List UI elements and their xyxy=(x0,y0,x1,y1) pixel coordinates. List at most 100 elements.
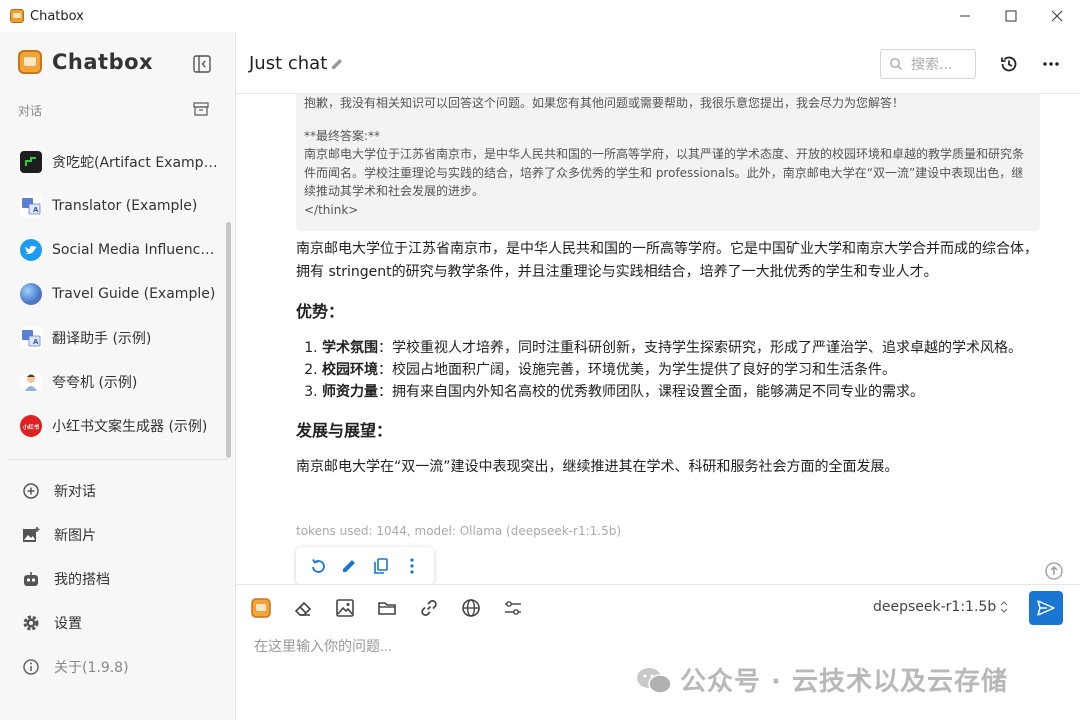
search-box[interactable]: 搜索... xyxy=(880,49,976,79)
list-item: 师资力量：拥有来自国内外知名高校的优秀教师团队，课程设置全面，能够满足不同专业的… xyxy=(322,381,1044,403)
close-button[interactable] xyxy=(1034,0,1080,32)
conversation-item-xiaohongshu[interactable]: 小红书 小红书文案生成器 (示例) xyxy=(8,404,226,448)
think-line: **最终答案:** xyxy=(304,128,381,143)
more-options-button[interactable] xyxy=(1040,53,1062,75)
conversation-label: Travel Guide (Example) xyxy=(52,286,216,302)
conversation-list: 贪吃蛇(Artifact Example) A Translator (Exam… xyxy=(8,140,226,448)
sidebar: Chatbox 对话 贪吃蛇(Artifact Example) A Trans… xyxy=(0,32,236,720)
edit-message-button[interactable] xyxy=(339,556,359,576)
twitter-bird-icon xyxy=(20,239,42,261)
list-term: 校园环境 xyxy=(322,362,378,378)
chatbox-logo-icon xyxy=(251,598,271,618)
link-icon xyxy=(421,600,437,616)
conversation-label: Social Media Influencer (Example) xyxy=(52,242,220,258)
my-copilots-button[interactable]: 我的搭档 xyxy=(8,557,226,601)
list-term: 师资力量 xyxy=(322,384,378,400)
message-input[interactable] xyxy=(254,631,854,661)
main-panel: Just chat 搜索... 抱歉，我没有相关知识可以回答这个问题。如果您有其… xyxy=(236,32,1080,720)
svg-text:A: A xyxy=(33,206,39,214)
chatbox-logo-icon xyxy=(18,50,42,74)
send-icon xyxy=(1037,600,1055,616)
arrow-up-circle-icon xyxy=(1045,562,1063,580)
history-button[interactable] xyxy=(998,53,1020,75)
answer-intro: 南京邮电大学位于江苏省南京市，是中华人民共和国的一所高等学府。它是中国矿业大学和… xyxy=(296,241,1038,280)
attach-file-button[interactable] xyxy=(376,597,398,619)
think-gap xyxy=(304,113,1032,127)
globe-icon xyxy=(20,283,42,305)
more-vertical-icon xyxy=(410,558,414,574)
eraser-icon xyxy=(294,601,312,616)
send-button[interactable] xyxy=(1029,591,1063,625)
conversations-section-label: 对话 xyxy=(18,104,43,118)
search-placeholder: 搜索... xyxy=(911,57,953,73)
window-controls xyxy=(942,0,1080,32)
message-meta: tokens used: 1044, model: Ollama (deepse… xyxy=(296,524,622,538)
chat-header: Just chat 搜索... xyxy=(236,32,1080,94)
think-block: 抱歉，我没有相关知识可以回答这个问题。如果您有其他问题或需要帮助，我很乐意您提出… xyxy=(296,94,1040,231)
info-icon xyxy=(22,658,40,676)
list-term: 学术氛围 xyxy=(322,340,378,356)
image-add-icon xyxy=(22,526,40,544)
think-line: </think> xyxy=(304,202,359,217)
menu-label: 新图片 xyxy=(54,528,96,544)
conversation-item-travel-guide[interactable]: Travel Guide (Example) xyxy=(8,272,226,316)
composer: deepseek-r1:1.5b 公众号 · 云技术以及云存储 xyxy=(236,584,1080,720)
minimize-button[interactable] xyxy=(942,0,988,32)
copilot-picker-button[interactable] xyxy=(250,597,272,619)
gear-icon xyxy=(22,614,40,632)
maximize-button[interactable] xyxy=(988,0,1034,32)
list-text: ：学校重视人才培养，同时注重科研创新，支持学生探索研究，形成了严谨治学、追求卓越… xyxy=(378,340,1022,356)
answer-conclusion: 南京邮电大学在“双一流”建设中表现突出，继续推进其在学术、科研和服务社会方面的全… xyxy=(296,459,899,475)
new-chat-button[interactable]: 新对话 xyxy=(8,469,226,513)
model-selector[interactable]: deepseek-r1:1.5b xyxy=(873,599,1009,615)
sliders-icon xyxy=(505,601,521,615)
close-icon xyxy=(1051,10,1063,22)
conversation-item-translation-assistant[interactable]: A 翻译助手 (示例) xyxy=(8,316,226,360)
attach-link-button[interactable] xyxy=(418,597,440,619)
image-icon xyxy=(336,599,354,617)
composer-toolbar xyxy=(250,597,544,619)
conversation-item-snake[interactable]: 贪吃蛇(Artifact Example) xyxy=(8,140,226,184)
collapse-sidebar-button[interactable] xyxy=(192,54,212,74)
new-image-button[interactable]: 新图片 xyxy=(8,513,226,557)
menu-label: 我的搭档 xyxy=(54,572,110,588)
sidebar-menu: 新对话 新图片 我的搭档 设置 关于(1.9.8) xyxy=(8,469,226,689)
sidebar-collapse-icon xyxy=(193,55,211,73)
plus-circle-icon xyxy=(22,482,40,500)
scroll-to-top-button[interactable] xyxy=(1044,561,1064,581)
model-name: deepseek-r1:1.5b xyxy=(873,599,997,615)
answer-heading: 优势： xyxy=(296,302,345,321)
search-icon xyxy=(890,58,903,71)
attach-image-button[interactable] xyxy=(334,597,356,619)
translate-icon: A xyxy=(20,327,42,349)
sidebar-divider xyxy=(8,459,228,460)
window-title: Chatbox xyxy=(30,8,84,24)
conversation-item-translator[interactable]: A Translator (Example) xyxy=(8,184,226,228)
conversation-item-social-media[interactable]: Social Media Influencer (Example) xyxy=(8,228,226,272)
svg-text:A: A xyxy=(33,338,39,346)
message-action-bar xyxy=(296,547,434,584)
chevron-up-down-icon xyxy=(1000,601,1008,613)
copy-message-button[interactable] xyxy=(371,556,391,576)
globe-icon xyxy=(462,599,480,617)
conversation-item-praise-bot[interactable]: 夸夸机 (示例) xyxy=(8,360,226,404)
web-search-button[interactable] xyxy=(460,597,482,619)
conversation-label: 夸夸机 (示例) xyxy=(52,375,138,391)
regenerate-button[interactable] xyxy=(308,556,328,576)
sidebar-scrollbar[interactable] xyxy=(226,222,231,458)
minimize-icon xyxy=(960,15,970,17)
edit-title-pencil-icon[interactable] xyxy=(329,56,345,72)
message-more-button[interactable] xyxy=(402,556,422,576)
brand-name: Chatbox xyxy=(52,50,154,74)
menu-label: 新对话 xyxy=(54,484,96,500)
wechat-icon xyxy=(637,667,672,694)
settings-button[interactable]: 设置 xyxy=(8,601,226,645)
list-text: ：拥有来自国内外知名高校的优秀教师团队，课程设置全面，能够满足不同专业的需求。 xyxy=(378,384,924,400)
think-line: 南京邮电大学位于江苏省南京市，是中华人民共和国的一所高等学府，以其严谨的学术态度… xyxy=(304,147,1025,199)
copy-icon xyxy=(373,558,388,574)
snake-game-icon xyxy=(20,151,42,173)
archive-button[interactable] xyxy=(192,100,210,118)
about-button[interactable]: 关于(1.9.8) xyxy=(8,645,226,689)
clear-context-button[interactable] xyxy=(292,597,314,619)
chat-settings-button[interactable] xyxy=(502,597,524,619)
